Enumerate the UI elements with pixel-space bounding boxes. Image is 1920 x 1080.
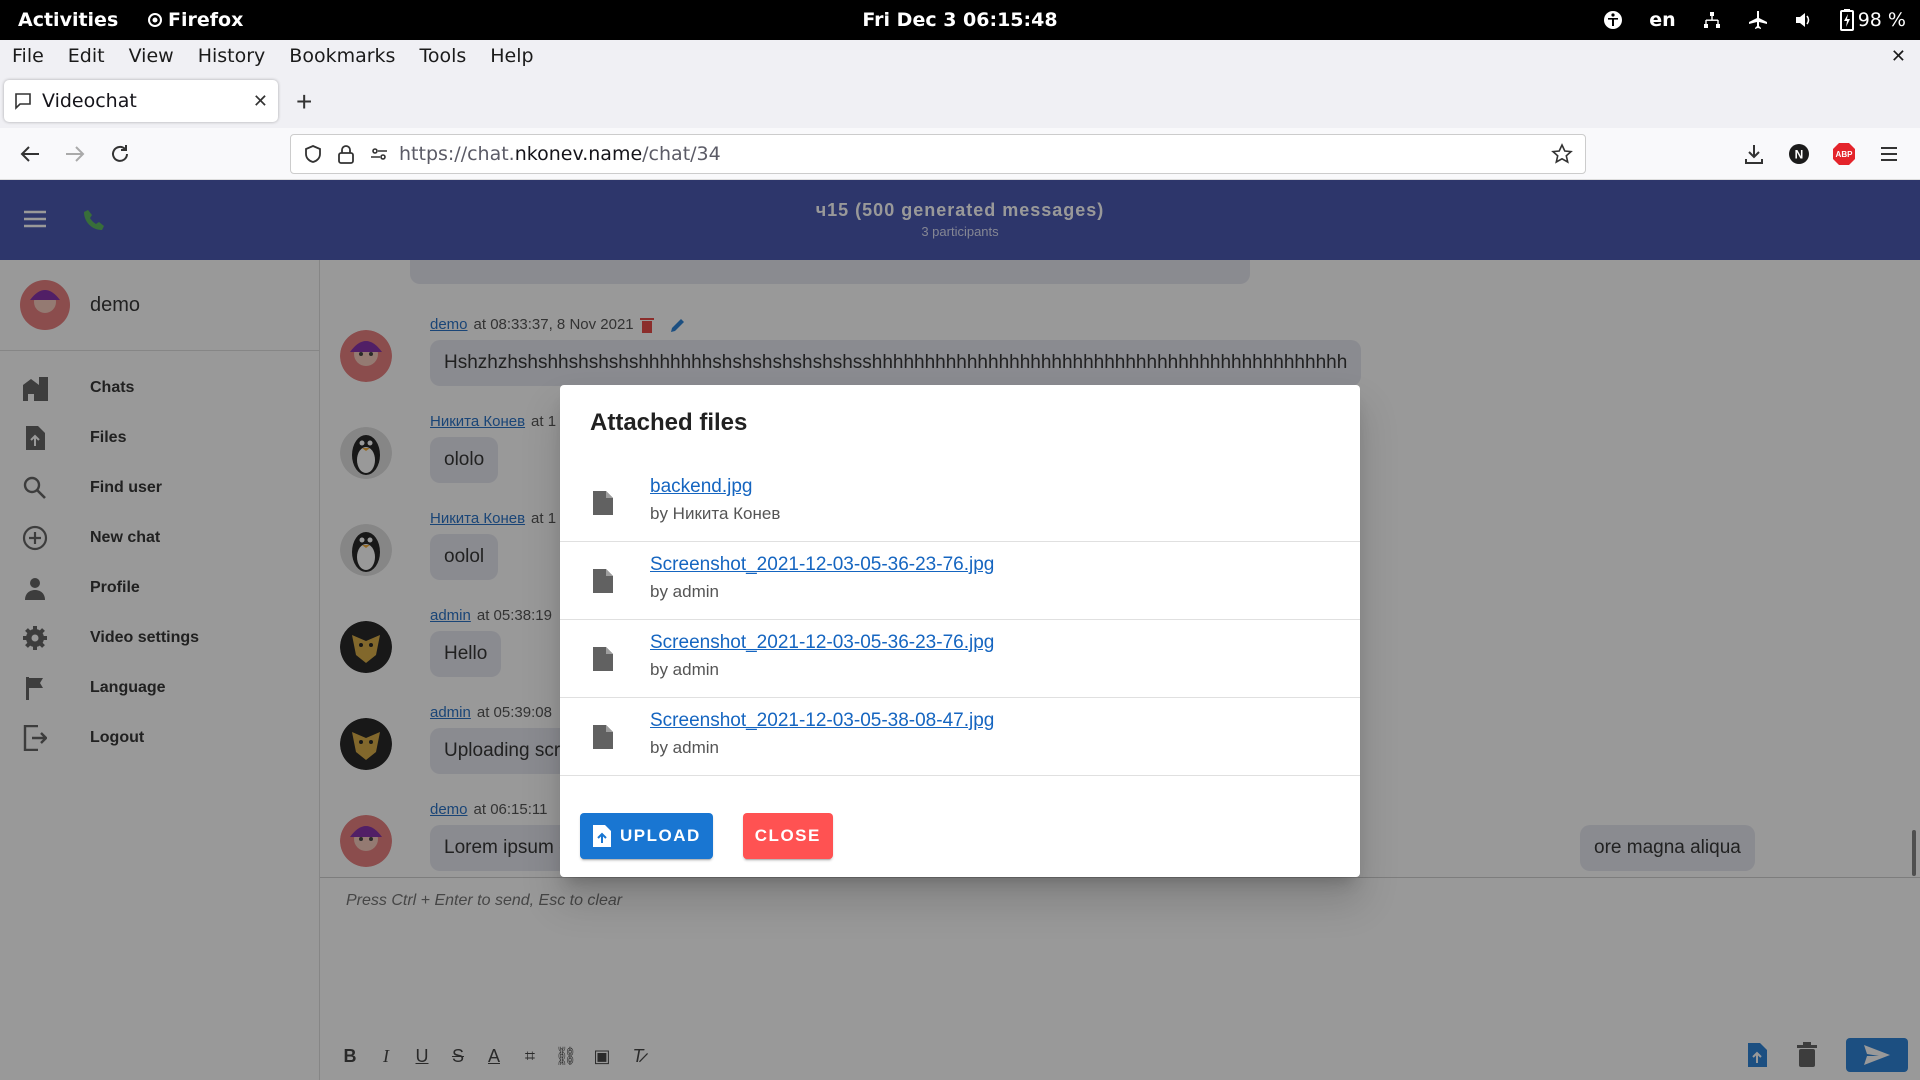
upload-button[interactable]: UPLOAD xyxy=(580,813,713,859)
file-list-item: Screenshot_2021-12-03-05-36-23-76.jpgby … xyxy=(560,620,1360,698)
language-indicator[interactable]: en xyxy=(1649,9,1675,31)
file-link[interactable]: Screenshot_2021-12-03-05-38-08-47.jpg xyxy=(650,710,994,732)
menu-edit[interactable]: Edit xyxy=(56,45,117,67)
system-top-bar: Activities Firefox Fri Dec 3 06:15:48 en… xyxy=(0,0,1920,40)
menu-bookmarks[interactable]: Bookmarks xyxy=(277,45,407,67)
clock[interactable]: Fri Dec 3 06:15:48 xyxy=(862,9,1057,31)
attached-files-dialog: Attached files backend.jpg by Никита Коне… xyxy=(560,385,1360,877)
forward-icon[interactable] xyxy=(62,141,88,167)
file-link[interactable]: Screenshot_2021-12-03-05-36-23-76.jpg xyxy=(650,554,994,576)
menu-history[interactable]: History xyxy=(186,45,278,67)
menu-bar: File Edit View History Bookmarks Tools H… xyxy=(0,40,1920,72)
file-uploader: by admin xyxy=(650,582,719,601)
activities-button[interactable]: Activities xyxy=(18,9,118,31)
chat-bubble-icon xyxy=(15,93,31,110)
file-upload-icon xyxy=(593,825,611,847)
firefox-icon xyxy=(148,13,162,27)
file-list-item: backend.jpg by Никита Конев xyxy=(560,464,1360,542)
network-icon xyxy=(1703,12,1720,28)
menu-help[interactable]: Help xyxy=(478,45,545,67)
upload-label: UPLOAD xyxy=(620,826,701,845)
account-icon[interactable]: N xyxy=(1786,141,1812,167)
accessibility-icon[interactable] xyxy=(1603,10,1623,30)
downloads-icon[interactable] xyxy=(1741,141,1767,167)
shield-icon[interactable] xyxy=(303,144,323,164)
navigation-toolbar: https://chat.nkonev.name/chat/34 N ABP xyxy=(0,128,1920,180)
file-icon xyxy=(593,647,613,671)
menu-file[interactable]: File xyxy=(0,45,56,67)
close-button[interactable]: CLOSE xyxy=(742,813,833,859)
file-list-item: Screenshot_2021-12-03-05-38-08-47.jpgby … xyxy=(560,698,1360,776)
tab-close-icon[interactable]: ✕ xyxy=(253,91,268,112)
reload-icon[interactable] xyxy=(107,141,133,167)
back-icon[interactable] xyxy=(17,141,43,167)
menu-view[interactable]: View xyxy=(117,45,186,67)
dialog-title: Attached files xyxy=(590,409,748,436)
tab-bar: Videochat ✕ + xyxy=(0,72,1920,128)
airplane-icon xyxy=(1748,11,1767,29)
battery-icon xyxy=(1839,9,1854,31)
adblock-icon[interactable]: ABP xyxy=(1831,141,1857,167)
app-name: Firefox xyxy=(168,9,244,31)
file-uploader: by admin xyxy=(650,738,719,757)
tab-title: Videochat xyxy=(42,90,137,112)
lock-icon[interactable] xyxy=(337,144,355,164)
file-icon xyxy=(593,725,613,749)
close-label: CLOSE xyxy=(754,826,821,845)
file-link[interactable]: Screenshot_2021-12-03-05-36-23-76.jpg xyxy=(650,632,994,654)
url-text: https://chat.nkonev.name/chat/34 xyxy=(399,143,721,165)
file-icon xyxy=(593,569,613,593)
system-tray[interactable]: en 98 % xyxy=(1603,9,1906,31)
svg-text:N: N xyxy=(1795,148,1804,162)
hamburger-menu-icon[interactable] xyxy=(1876,141,1902,167)
file-list-item: Screenshot_2021-12-03-05-36-23-76.jpgby … xyxy=(560,542,1360,620)
app-menu[interactable]: Firefox xyxy=(148,9,243,31)
window-close-icon[interactable]: ✕ xyxy=(1891,46,1906,67)
battery-level: 98 % xyxy=(1857,9,1906,31)
menu-tools[interactable]: Tools xyxy=(407,45,478,67)
new-tab-icon[interactable]: + xyxy=(296,86,312,118)
tab-videochat[interactable]: Videochat ✕ xyxy=(4,80,278,122)
bookmark-star-icon[interactable] xyxy=(1551,143,1573,165)
url-bar[interactable]: https://chat.nkonev.name/chat/34 xyxy=(290,134,1586,174)
volume-icon xyxy=(1795,13,1810,27)
svg-text:ABP: ABP xyxy=(1836,150,1854,159)
file-icon xyxy=(593,491,613,515)
file-uploader: by admin xyxy=(650,660,719,679)
permissions-icon[interactable] xyxy=(369,144,389,164)
file-link[interactable]: backend.jpg xyxy=(650,476,752,498)
file-uploader: by Никита Конев xyxy=(650,504,781,523)
